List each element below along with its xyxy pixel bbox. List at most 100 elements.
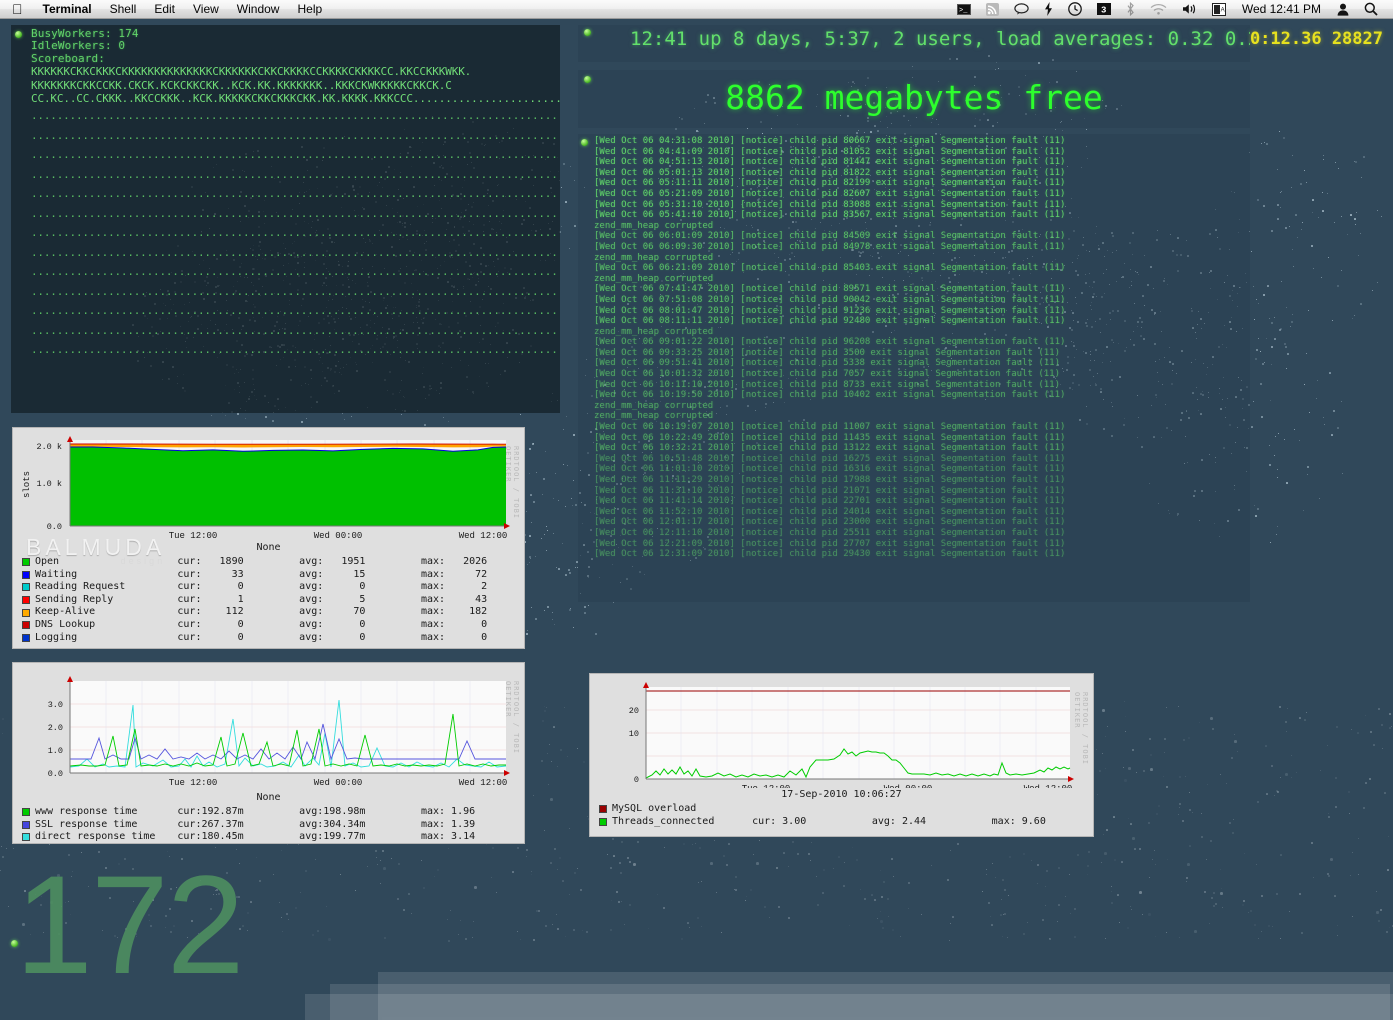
legend-row: DNS Lookupcur: 0avg: 0max: 0 — [13, 619, 524, 632]
menu-bar-clock[interactable]: Wed 12:41 PM — [1234, 2, 1329, 16]
legend-cur-value: cur: 0 — [177, 632, 299, 645]
legend-row: Waitingcur: 33avg: 15max: 72 — [13, 569, 524, 582]
terminal-status-led — [15, 31, 22, 38]
menu-item-help[interactable]: Help — [288, 0, 331, 19]
apache-scoreboard-row: ........................................… — [31, 165, 560, 185]
response-time-graph-widget[interactable]: 3.0 2.0 1.0 0.0 Tue 12:00 Wed 00:00 Wed … — [12, 662, 525, 844]
legend-series-name: Waiting — [35, 569, 177, 582]
terminal-icon[interactable]: >_ — [950, 4, 978, 15]
legend-max-value: max: 1.96 — [421, 806, 524, 819]
svg-text:3.0: 3.0 — [48, 700, 63, 710]
rss-icon[interactable] — [979, 3, 1006, 16]
log-line: zend_mm_heap corrupted — [594, 401, 1250, 412]
log-line: [Wed Oct 06 05:31:10 2010] [notice] chil… — [594, 200, 1250, 211]
uptime-status-led — [584, 29, 591, 36]
legend-avg-value: avg: 1951 — [299, 556, 421, 569]
volume-icon[interactable] — [1175, 3, 1204, 15]
log-line: [Wed Oct 06 11:01:10 2010] [notice] chil… — [594, 464, 1250, 475]
big-counter-value: 172 — [15, 855, 243, 995]
svg-text:20: 20 — [629, 706, 639, 716]
legend-row: direct response timecur:180.45mavg:199.7… — [13, 831, 524, 844]
legend-cur-value: cur:180.45m — [177, 831, 299, 844]
legend-max-value: max: 182 — [421, 606, 524, 619]
legend-color-swatch — [22, 596, 30, 604]
log-line: [Wed Oct 06 04:31:08 2010] [notice] chil… — [594, 136, 1250, 147]
uptime-terminal[interactable]: 12:41 up 8 days, 5:37, 2 users, load ave… — [578, 25, 1250, 62]
log-line: [Wed Oct 06 09:51:41 2010] [notice] chil… — [594, 358, 1250, 369]
svg-text:>_: >_ — [959, 7, 968, 15]
apple-icon[interactable]:  — [0, 0, 34, 19]
svg-text:2.0 k: 2.0 k — [36, 442, 62, 452]
memory-free-text: 8862 megabytes free — [578, 78, 1250, 117]
log-line: [Wed Oct 06 12:01:17 2010] [notice] chil… — [594, 517, 1250, 528]
legend-row: Loggingcur: 0avg: 0max: 0 — [13, 632, 524, 645]
apache-status-terminal[interactable]: BusyWorkers: 174 IdleWorkers: 0 Scoreboa… — [11, 25, 560, 413]
svg-text:1.0 k: 1.0 k — [36, 479, 62, 489]
log-line: [Wed Oct 06 05:21:09 2010] [notice] chil… — [594, 189, 1250, 200]
chat-bubble-icon[interactable] — [1007, 3, 1036, 15]
log-line: [Wed Oct 06 11:11:29 2010] [notice] chil… — [594, 475, 1250, 486]
log-line: zend_mm_heap corrupted — [594, 253, 1250, 264]
menu-item-view[interactable]: View — [184, 0, 228, 19]
legend-cur-value: cur: 0 — [177, 581, 299, 594]
numbers-icon[interactable]: 3 — [1090, 3, 1118, 15]
apache-scoreboard-label: Scoreboard: — [31, 53, 560, 65]
apache-scoreboard-row: KKKKKKCKKCKKKCKKKKKKKKKKKKKKCKKKKKKCKKCK… — [31, 65, 560, 79]
menu-bar-status-area: >_ 3 A Wed 12:41 PM — [950, 2, 1393, 16]
menu-bar:  Terminal Shell Edit View Window Help >… — [0, 0, 1393, 19]
apache-scoreboard-rows: KKKKKKCKKCKKKCKKKKKKKKKKKKKKCKKKKKKCKKCK… — [31, 65, 560, 359]
user-icon[interactable] — [1330, 3, 1356, 16]
menu-item-window[interactable]: Window — [228, 0, 289, 19]
log-line: [Wed Oct 06 12:11:10 2010] [notice] chil… — [594, 528, 1250, 539]
log-line: [Wed Oct 06 07:51:08 2010] [notice] chil… — [594, 295, 1250, 306]
bluetooth-icon[interactable] — [1119, 2, 1142, 16]
spotlight-search-icon[interactable] — [1357, 2, 1385, 16]
legend-row: Threads_connectedcur: 3.00avg: 2.44max: … — [590, 816, 1093, 829]
input-source-icon[interactable]: A — [1205, 3, 1233, 16]
legend-color-swatch — [22, 621, 30, 629]
legend-series-name: Logging — [35, 632, 177, 645]
svg-text:10: 10 — [629, 729, 639, 739]
menu-item-terminal[interactable]: Terminal — [34, 0, 101, 19]
svg-text:3: 3 — [1101, 5, 1106, 15]
log-line-list: [Wed Oct 06 04:31:08 2010] [notice] chil… — [594, 136, 1250, 560]
legend-color-swatch — [599, 805, 607, 813]
legend-max-value: max: 3.14 — [421, 831, 524, 844]
mysql-threads-graph-widget[interactable]: 20 10 0 Tue 12:00 Wed 00:00 Wed 12:00 RR… — [589, 673, 1094, 837]
legend-cur-value: cur: 33 — [177, 569, 299, 582]
legend-row: MySQL overload — [590, 803, 1093, 816]
apache-scoreboard-row: ........................................… — [31, 301, 560, 321]
apache-error-log-terminal[interactable]: [Wed Oct 06 04:31:08 2010] [notice] chil… — [578, 134, 1250, 602]
legend-series-name: Reading Request — [35, 581, 177, 594]
legend-series-name: Keep-Alive — [35, 606, 177, 619]
rrdtool-watermark: RRDTOOL / TOBI OETIKER — [504, 681, 520, 791]
log-line: [Wed Oct 06 08:01:47 2010] [notice] chil… — [594, 306, 1250, 317]
mysql-threads-legend: MySQL overloadThreads_connectedcur: 3.00… — [590, 801, 1093, 831]
memory-free-terminal[interactable]: 8862 megabytes free — [578, 70, 1250, 128]
menu-item-edit[interactable]: Edit — [145, 0, 184, 19]
legend-series-name: Sending Reply — [35, 594, 177, 607]
menu-item-shell[interactable]: Shell — [101, 0, 146, 19]
log-line: [Wed Oct 06 06:21:09 2010] [notice] chil… — [594, 263, 1250, 274]
log-line: [Wed Oct 06 06:01:09 2010] [notice] chil… — [594, 231, 1250, 242]
svg-text:0: 0 — [634, 775, 639, 785]
wifi-icon[interactable] — [1143, 3, 1174, 15]
legend-max-value: max: 72 — [421, 569, 524, 582]
apache-slots-graph-widget[interactable]: 2.0 k 1.0 k 0.0 slots Tue 12:00 Wed 00:0… — [12, 427, 525, 649]
log-status-led — [581, 139, 588, 146]
legend-row: Opencur: 1890avg: 1951max: 2026 — [13, 556, 524, 569]
svg-text:2.0: 2.0 — [48, 723, 63, 733]
legend-avg-value: avg: 5 — [299, 594, 421, 607]
log-line: [Wed Oct 06 09:01:22 2010] [notice] chil… — [594, 337, 1250, 348]
apache-scoreboard-row: ........................................… — [31, 282, 560, 302]
log-line: [Wed Oct 06 05:01:13 2010] [notice] chil… — [594, 168, 1250, 179]
time-machine-icon[interactable] — [1061, 2, 1089, 16]
apache-scoreboard-row: ........................................… — [31, 204, 560, 224]
log-line: [Wed Oct 06 05:41:10 2010] [notice] chil… — [594, 210, 1250, 221]
legend-color-swatch — [22, 833, 30, 841]
mysql-threads-subtitle: 17-Sep-2010 10:06:27 — [590, 788, 1093, 801]
legend-series-name: SSL response time — [35, 819, 177, 832]
legend-series-name: MySQL overload — [612, 803, 752, 816]
legend-series-name: DNS Lookup — [35, 619, 177, 632]
lightning-icon[interactable] — [1037, 2, 1060, 16]
